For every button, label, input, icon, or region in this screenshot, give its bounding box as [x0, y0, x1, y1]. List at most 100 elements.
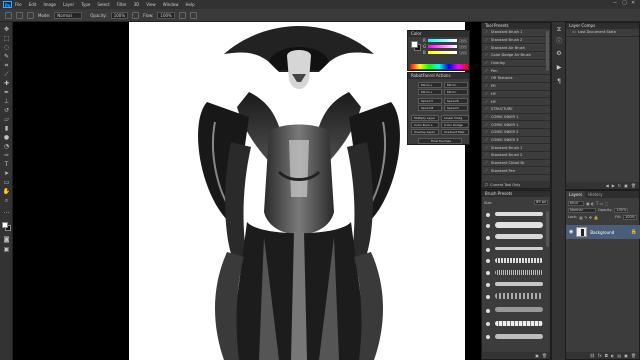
path-select-tool-icon[interactable]: ➤ — [2, 170, 11, 177]
current-tool-only-checkbox[interactable]: ☐ — [485, 183, 488, 187]
minimize-button[interactable]: − — [613, 1, 618, 6]
crop-tool-icon[interactable]: ⌗ — [2, 62, 11, 69]
action-button[interactable]: Mirror- — [444, 82, 468, 88]
menu-select[interactable]: Select — [97, 2, 109, 7]
tool-preset-item[interactable]: ⟋ HY — [482, 91, 550, 99]
brush-stroke-preview[interactable] — [495, 334, 543, 339]
actions-panel-icon[interactable]: ▶ — [555, 64, 563, 71]
pressure-size-icon[interactable] — [189, 11, 197, 19]
eraser-tool-icon[interactable]: ▱ — [2, 116, 11, 123]
tool-presets-scrollbar[interactable] — [546, 31, 549, 71]
brush-preset-picker-icon[interactable] — [16, 11, 23, 19]
foreground-color-swatch[interactable] — [2, 222, 8, 228]
brush-stroke-preview[interactable] — [495, 212, 543, 216]
menu-file[interactable]: File — [15, 2, 22, 7]
new-comp-icon[interactable]: ▣ — [624, 183, 628, 188]
action-button[interactable]: Linear Dodg — [441, 115, 469, 121]
link-layers-icon[interactable]: ⛓ — [590, 353, 595, 358]
delete-comp-icon[interactable]: 🗑 — [631, 183, 636, 188]
layer-row-background[interactable]: ◉ Background 🔒 — [566, 225, 640, 239]
delete-preset-icon[interactable]: 🗑 — [542, 353, 547, 358]
menu-layer[interactable]: Layer — [63, 2, 74, 7]
menu-type[interactable]: Type — [81, 2, 90, 7]
marquee-tool-icon[interactable]: ⬚ — [2, 35, 11, 42]
brush-tip[interactable] — [486, 213, 490, 217]
layer-style-icon[interactable]: fx — [598, 353, 602, 358]
hand-tool-icon[interactable]: ✋ — [2, 188, 11, 195]
quick-select-tool-icon[interactable]: ✎ — [2, 53, 11, 60]
tab-history[interactable]: History — [585, 191, 605, 198]
kind-filter-dropdown[interactable]: Kind — [568, 201, 584, 206]
filter-icons[interactable]: ▣ ◐ T ▭ ⬚ — [586, 201, 608, 206]
tool-preset-item[interactable]: ⟋ COMIC INKER 1 — [482, 114, 550, 122]
brush-tip[interactable] — [486, 236, 490, 240]
prev-comp-icon[interactable]: ◀ — [606, 183, 609, 188]
color-spectrum-bar[interactable] — [410, 64, 468, 69]
green-channel-value[interactable]: 255 — [459, 44, 467, 49]
history-panel-icon[interactable]: ⧖ — [555, 26, 563, 33]
visibility-eye-icon[interactable]: ◉ — [569, 229, 573, 235]
opacity-field[interactable]: 100% — [110, 11, 129, 19]
action-button[interactable]: Spiral M — [418, 105, 442, 111]
brush-tip[interactable] — [486, 259, 490, 263]
blend-mode-dropdown[interactable]: Normal — [568, 208, 596, 213]
menu-3d[interactable]: 3D — [134, 2, 140, 7]
more-tools-icon[interactable]: … — [2, 208, 11, 215]
tool-preset-item[interactable]: ⟋ ER — [482, 83, 550, 91]
flow-field[interactable]: 100% — [157, 11, 175, 19]
action-button[interactable]: Color Dodge — [441, 122, 469, 128]
airbrush-icon[interactable] — [178, 11, 186, 19]
delete-layer-icon[interactable]: 🗑 — [631, 353, 636, 358]
brush-tip[interactable] — [486, 224, 490, 228]
tool-preset-item[interactable]: ⟋ Standard Brush 2 — [482, 152, 550, 160]
action-button[interactable]: Mirror+ — [418, 89, 442, 95]
paragraph-panel-icon[interactable]: ¶ — [555, 78, 563, 85]
action-button[interactable]: Spiral B — [444, 98, 468, 104]
action-button[interactable]: Spiral D — [444, 105, 468, 111]
next-comp-icon[interactable]: ▶ — [612, 183, 615, 188]
red-channel-slider[interactable] — [427, 39, 458, 42]
screen-mode-icon[interactable]: ▣ — [2, 246, 11, 253]
lasso-tool-icon[interactable]: ◌ — [2, 44, 11, 51]
brush-presets-scrollbar[interactable] — [546, 211, 549, 247]
fill-field[interactable]: 100% — [623, 215, 637, 220]
layer-comp-item[interactable]: ▭ Last Document State — [566, 29, 639, 37]
tool-preset-item[interactable]: ⟋ Standard Chisel Br — [482, 160, 550, 168]
properties-panel-icon[interactable]: ⚙ — [555, 50, 563, 57]
move-tool-icon[interactable]: ✥ — [2, 26, 11, 33]
brush-tool-icon[interactable]: ✒ — [2, 89, 11, 96]
clone-stamp-tool-icon[interactable]: ⊥ — [2, 98, 11, 105]
shape-tool-icon[interactable]: ▭ — [2, 179, 11, 186]
type-tool-icon[interactable]: T — [2, 161, 11, 168]
mode-dropdown[interactable]: Normal — [54, 11, 83, 19]
tool-preset-item[interactable]: ⟋ Color Dodge Air Brush — [482, 52, 550, 60]
brush-stroke-preview[interactable] — [495, 258, 543, 263]
eyedropper-tool-icon[interactable]: ⟋ — [2, 71, 11, 78]
brush-tip[interactable] — [486, 309, 490, 313]
action-button[interactable]: Color Burn L — [411, 122, 439, 128]
red-channel-value[interactable]: 255 — [459, 38, 467, 43]
menu-window[interactable]: Window — [163, 2, 179, 7]
color-panel-foreground-swatch[interactable] — [411, 41, 418, 48]
green-channel-slider[interactable] — [427, 45, 458, 48]
blue-channel-value[interactable]: 255 — [459, 50, 467, 55]
pen-tool-icon[interactable]: ✑ — [2, 152, 11, 159]
brush-panel-toggle-icon[interactable] — [27, 11, 34, 19]
close-button[interactable]: ✕ — [631, 1, 636, 6]
brush-stroke-preview[interactable] — [495, 270, 543, 275]
brush-tip[interactable] — [486, 248, 490, 252]
maximize-button[interactable]: ▢ — [622, 1, 627, 6]
brush-tip[interactable] — [486, 335, 490, 339]
history-brush-tool-icon[interactable]: ↺ — [2, 107, 11, 114]
brush-tip[interactable] — [486, 295, 490, 299]
layer-opacity-field[interactable]: 100% — [614, 208, 629, 213]
brush-stroke-preview[interactable] — [495, 293, 543, 299]
tool-preset-item[interactable]: ⟋ Standard Air Brush — [482, 44, 550, 53]
healing-tool-icon[interactable]: ✚ — [2, 80, 11, 87]
brush-stroke-preview[interactable] — [495, 222, 543, 228]
action-button[interactable]: Multiply Layer — [411, 115, 439, 121]
add-mask-icon[interactable]: ◘ — [605, 353, 608, 358]
tool-preset-item[interactable]: ⟋ COMIC INKER 3 — [482, 137, 550, 145]
tool-preset-item[interactable]: ⟋ Standard Brush 2 — [482, 37, 550, 45]
menu-view[interactable]: View — [146, 2, 156, 7]
